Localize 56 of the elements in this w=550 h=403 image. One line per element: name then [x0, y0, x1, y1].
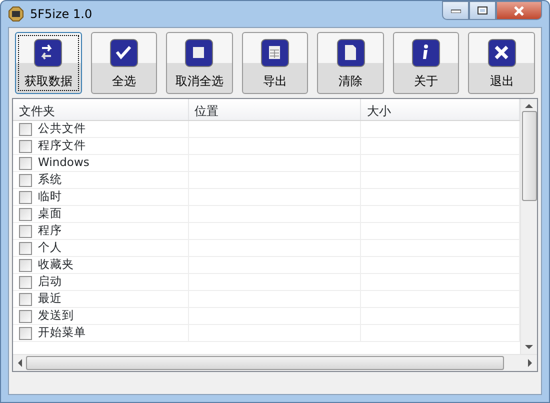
toolbar-button[interactable]: 获取数据 [15, 32, 82, 94]
horizontal-scrollbar[interactable] [13, 354, 537, 371]
square-icon [185, 39, 214, 67]
close-icon [513, 6, 525, 16]
checkbox[interactable] [19, 174, 32, 186]
checkbox[interactable] [19, 258, 32, 272]
scroll-up-icon [525, 103, 533, 109]
checkbox[interactable] [19, 140, 32, 152]
checkbox[interactable] [19, 292, 32, 306]
checkbox[interactable] [19, 310, 32, 322]
scroll-right-icon [527, 359, 533, 367]
folder-name: 开始菜单 [38, 324, 86, 342]
folder-name: 临时 [38, 188, 62, 206]
scroll-down-icon [525, 344, 533, 350]
checkbox[interactable] [19, 208, 32, 220]
checkbox[interactable] [19, 190, 32, 204]
close-icon [488, 39, 516, 67]
toolbar-button[interactable]: 全选 [90, 32, 158, 94]
folder-name: 系统 [38, 171, 62, 188]
app-icon [8, 6, 24, 22]
document-icon [336, 39, 365, 67]
folder-name: 程序文件 [38, 137, 86, 154]
vertical-scrollbar[interactable] [520, 99, 537, 354]
checkbox[interactable] [19, 242, 32, 254]
table-icon [261, 39, 290, 67]
checkbox[interactable] [19, 156, 32, 170]
folder-name: 个人 [38, 239, 62, 256]
toolbar-button[interactable]: 导出 [242, 32, 308, 94]
window-title: 5F5ize 1.0 [30, 6, 92, 23]
folder-name: 桌面 [38, 205, 62, 222]
folder-name: 公共文件 [38, 120, 86, 138]
scroll-left-icon [17, 359, 23, 367]
minimize-button[interactable] [442, 1, 469, 20]
column-header[interactable]: 位置 [188, 99, 362, 120]
folder-name: 发送到 [38, 307, 74, 324]
checkbox[interactable] [19, 326, 32, 340]
folder-name: Windows [38, 154, 90, 172]
minimize-icon [450, 8, 460, 12]
folder-name: 收藏夹 [38, 256, 74, 274]
checkmark-icon [110, 39, 138, 67]
folder-name: 最近 [38, 290, 62, 308]
folder-name: 程序 [38, 222, 62, 240]
checkbox[interactable] [19, 122, 32, 136]
checkbox[interactable] [19, 276, 32, 288]
maximize-button[interactable] [469, 1, 496, 20]
info-icon [412, 39, 440, 67]
close-button[interactable] [496, 1, 542, 20]
toolbar-button[interactable]: 关于 [392, 32, 460, 94]
toolbar-button[interactable]: 取消全选 [166, 32, 233, 94]
toolbar-button[interactable]: 退出 [468, 32, 536, 94]
checkbox[interactable] [19, 224, 32, 238]
arrows-icon [34, 39, 62, 67]
maximize-icon [477, 6, 488, 15]
column-header[interactable]: 文件夹 [13, 99, 189, 120]
toolbar-button[interactable]: 清除 [317, 32, 384, 94]
folder-name: 启动 [38, 273, 62, 290]
